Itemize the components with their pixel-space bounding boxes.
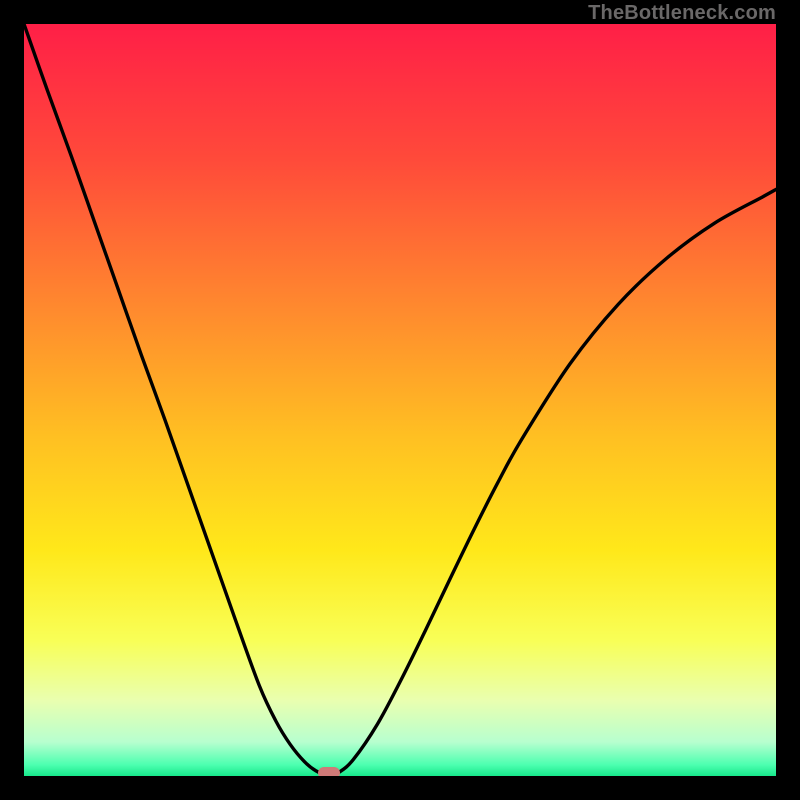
plot-area xyxy=(24,24,776,776)
chart-frame: TheBottleneck.com xyxy=(0,0,800,800)
watermark-text: TheBottleneck.com xyxy=(588,2,776,25)
optimal-marker xyxy=(318,767,340,776)
bottleneck-curve xyxy=(24,24,776,776)
